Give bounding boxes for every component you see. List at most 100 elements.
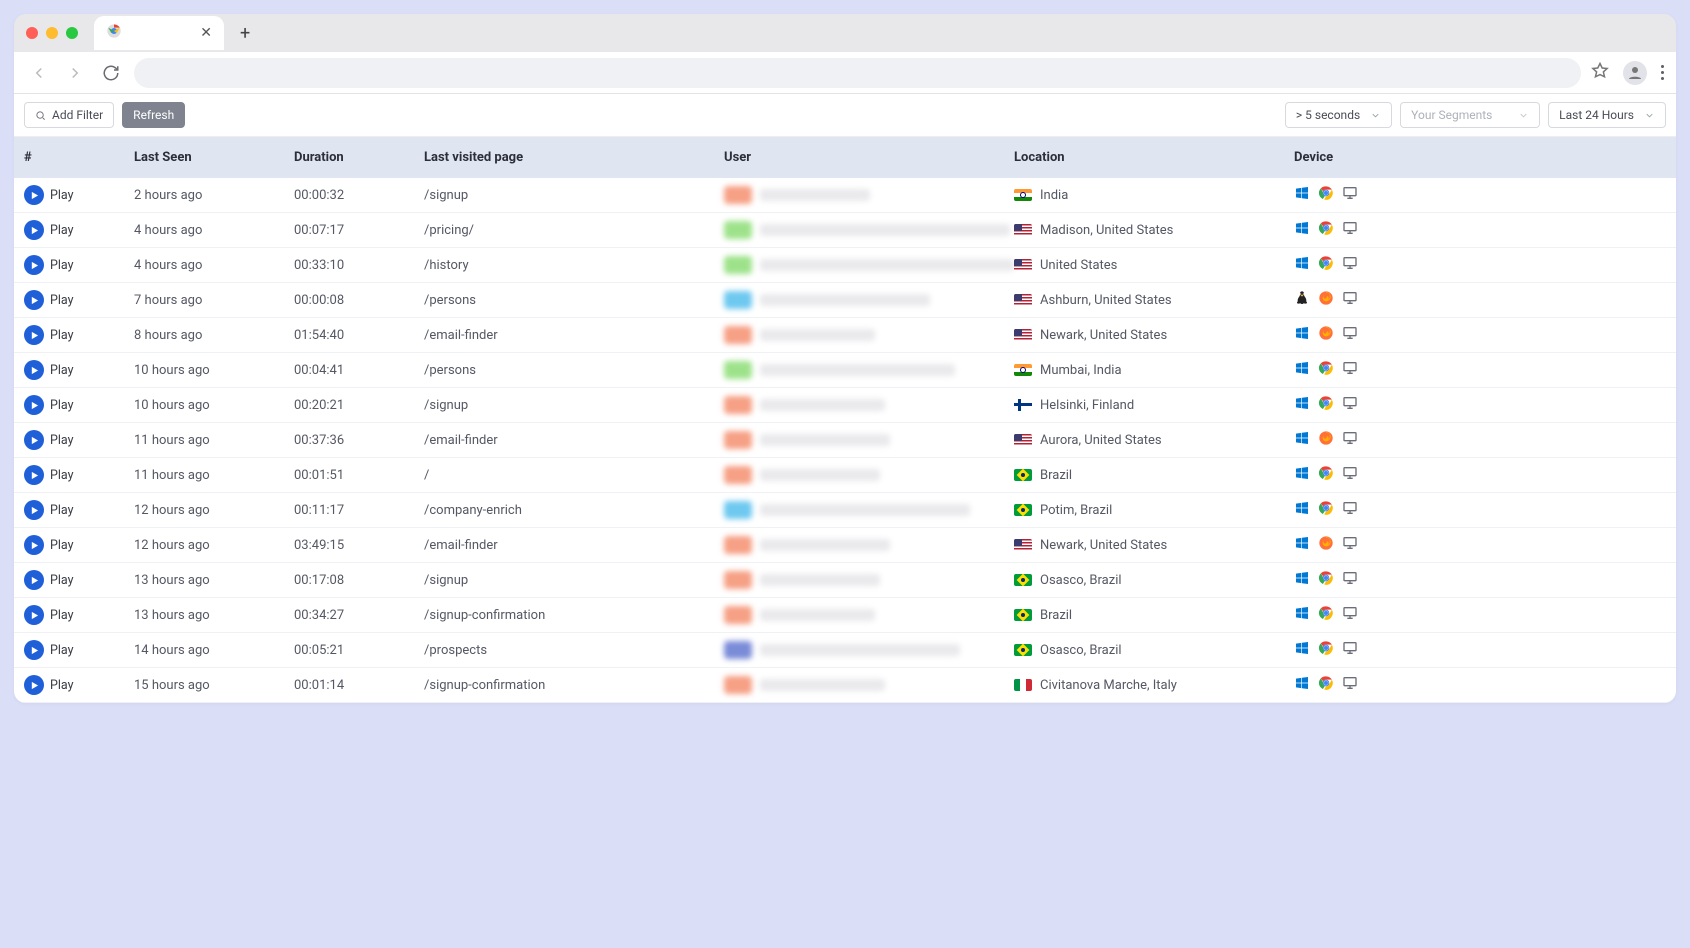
play-button[interactable] — [24, 605, 44, 625]
monitor-icon — [1342, 255, 1358, 275]
user-avatar-blur — [724, 256, 752, 274]
minimize-window-button[interactable] — [46, 27, 58, 39]
monitor-icon — [1342, 430, 1358, 450]
user-avatar-blur — [724, 571, 752, 589]
user-avatar-blur — [724, 641, 752, 659]
location-text: Newark, United States — [1040, 538, 1167, 553]
monitor-icon — [1342, 465, 1358, 485]
user-avatar-blur — [724, 501, 752, 519]
cell-duration: 00:33:10 — [294, 258, 424, 273]
browser-icon — [1318, 290, 1334, 310]
table-row: Play12 hours ago03:49:15/email-finderNew… — [14, 528, 1676, 563]
table-row: Play4 hours ago00:07:17/pricing/Madison,… — [14, 213, 1676, 248]
table-row: Play4 hours ago00:33:10/historyUnited St… — [14, 248, 1676, 283]
cell-page: /signup — [424, 188, 724, 203]
reload-button[interactable] — [98, 60, 124, 86]
table-row: Play7 hours ago00:00:08/personsAshburn, … — [14, 283, 1676, 318]
cell-location: India — [1014, 188, 1294, 203]
table-row: Play12 hours ago00:11:17/company-enrichP… — [14, 493, 1676, 528]
monitor-icon — [1342, 185, 1358, 205]
col-user: User — [724, 150, 1014, 165]
user-name-blur — [760, 329, 875, 341]
cell-location: Mumbai, India — [1014, 363, 1294, 378]
cell-user — [724, 361, 1014, 379]
browser-icon — [1318, 360, 1334, 380]
user-avatar-blur — [724, 676, 752, 694]
play-button[interactable] — [24, 430, 44, 450]
back-button[interactable] — [26, 60, 52, 86]
browser-icon — [1318, 220, 1334, 240]
segments-dropdown[interactable]: Your Segments — [1400, 102, 1540, 128]
cell-device — [1294, 535, 1434, 555]
cell-page: /persons — [424, 363, 724, 378]
cell-last-seen: 10 hours ago — [134, 363, 294, 378]
refresh-button[interactable]: Refresh — [122, 102, 185, 128]
user-avatar-blur — [724, 326, 752, 344]
profile-avatar-icon[interactable] — [1623, 61, 1647, 85]
close-tab-button[interactable]: ✕ — [200, 26, 212, 40]
location-text: Osasco, Brazil — [1040, 643, 1122, 658]
play-button[interactable] — [24, 360, 44, 380]
location-text: Brazil — [1040, 468, 1072, 483]
monitor-icon — [1342, 500, 1358, 520]
play-label: Play — [50, 468, 74, 483]
forward-button[interactable] — [62, 60, 88, 86]
close-window-button[interactable] — [26, 27, 38, 39]
cell-device — [1294, 570, 1434, 590]
location-text: Aurora, United States — [1040, 433, 1162, 448]
cell-page: /history — [424, 258, 724, 273]
location-text: Helsinki, Finland — [1040, 398, 1134, 413]
cell-duration: 00:34:27 — [294, 608, 424, 623]
maximize-window-button[interactable] — [66, 27, 78, 39]
user-avatar-blur — [724, 606, 752, 624]
play-label: Play — [50, 398, 74, 413]
cell-page: /persons — [424, 293, 724, 308]
play-label: Play — [50, 293, 74, 308]
monitor-icon — [1342, 220, 1358, 240]
refresh-label: Refresh — [133, 108, 174, 122]
browser-tab[interactable]: ✕ — [94, 16, 224, 50]
url-input[interactable] — [134, 58, 1581, 88]
user-name-blur — [760, 539, 890, 551]
menu-icon[interactable] — [1661, 65, 1664, 80]
play-button[interactable] — [24, 185, 44, 205]
play-button[interactable] — [24, 570, 44, 590]
cell-last-seen: 11 hours ago — [134, 433, 294, 448]
cell-user — [724, 466, 1014, 484]
play-label: Play — [50, 503, 74, 518]
os-icon — [1294, 605, 1310, 625]
cell-device — [1294, 220, 1434, 240]
os-icon — [1294, 640, 1310, 660]
play-button[interactable] — [24, 675, 44, 695]
play-button[interactable] — [24, 325, 44, 345]
os-icon — [1294, 325, 1310, 345]
play-button[interactable] — [24, 535, 44, 555]
location-text: Osasco, Brazil — [1040, 573, 1122, 588]
user-name-blur — [760, 294, 930, 306]
browser-icon — [1318, 605, 1334, 625]
cell-location: Helsinki, Finland — [1014, 398, 1294, 413]
play-button[interactable] — [24, 395, 44, 415]
time-filter-dropdown[interactable]: Last 24 Hours — [1548, 102, 1666, 128]
play-label: Play — [50, 608, 74, 623]
play-button[interactable] — [24, 500, 44, 520]
duration-filter-dropdown[interactable]: > 5 seconds — [1285, 102, 1392, 128]
bookmark-icon[interactable] — [1591, 62, 1609, 84]
cell-device — [1294, 430, 1434, 450]
table-body: Play2 hours ago00:00:32/signupIndiaPlay4… — [14, 178, 1676, 703]
user-name-blur — [760, 259, 1014, 271]
add-filter-button[interactable]: Add Filter — [24, 102, 114, 128]
monitor-icon — [1342, 535, 1358, 555]
user-avatar-blur — [724, 291, 752, 309]
play-button[interactable] — [24, 290, 44, 310]
play-button[interactable] — [24, 220, 44, 240]
new-tab-button[interactable]: + — [230, 23, 260, 44]
browser-icon — [1318, 535, 1334, 555]
cell-duration: 00:37:36 — [294, 433, 424, 448]
play-button[interactable] — [24, 640, 44, 660]
play-button[interactable] — [24, 465, 44, 485]
location-text: Newark, United States — [1040, 328, 1167, 343]
titlebar: ✕ + — [14, 14, 1676, 52]
play-button[interactable] — [24, 255, 44, 275]
chevron-down-icon — [1518, 110, 1529, 121]
